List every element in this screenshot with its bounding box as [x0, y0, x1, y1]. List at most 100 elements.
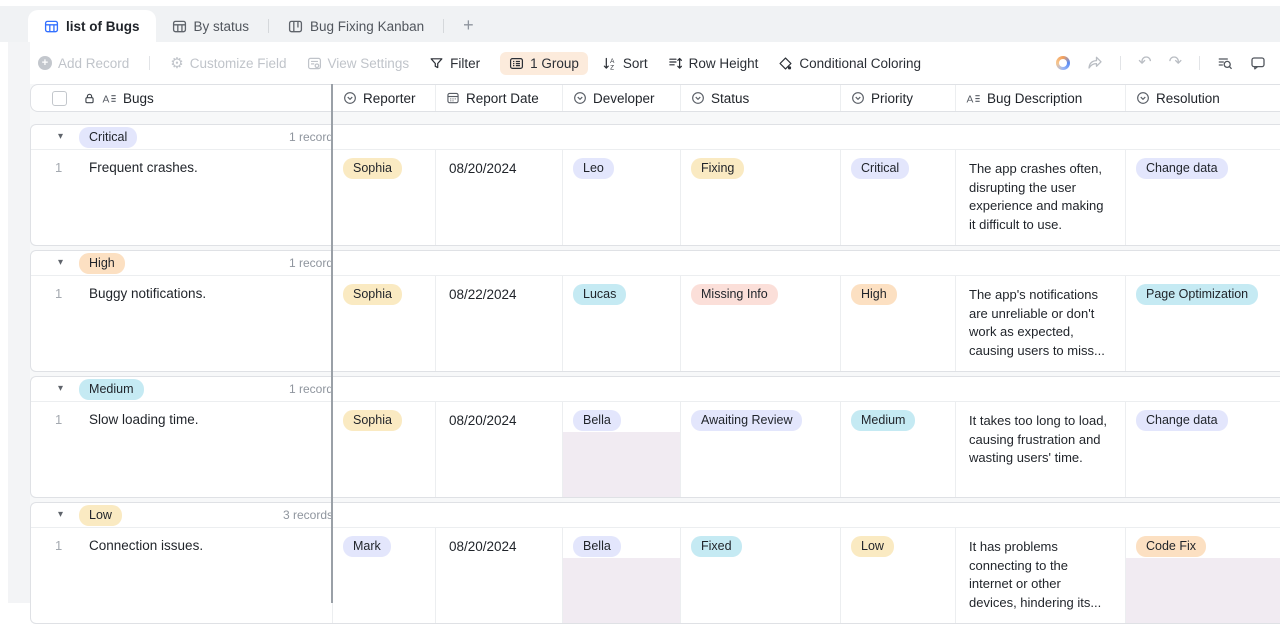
bug-title: Slow loading time. — [89, 412, 199, 427]
cell-report-date[interactable]: 08/20/2024 — [436, 528, 563, 623]
collapse-icon[interactable]: ▾ — [58, 384, 63, 394]
share-icon[interactable] — [1087, 55, 1103, 71]
group-block-high: ▾ High 1 record 1 Buggy notifications. S… — [30, 250, 1280, 372]
select-field-icon — [343, 91, 357, 105]
cell-bug-description[interactable]: It takes too long to load, causing frust… — [956, 402, 1126, 497]
collapse-icon[interactable]: ▾ — [58, 510, 63, 520]
comment-icon[interactable] — [1250, 55, 1266, 71]
column-header-report-date[interactable]: Report Date — [436, 85, 563, 111]
cell-resolution[interactable]: Page Optimization — [1126, 276, 1280, 371]
cell-bug-description[interactable]: The app crashes often, disrupting the us… — [956, 150, 1126, 245]
kanban-view-icon — [288, 19, 303, 34]
cell-report-date[interactable]: 08/20/2024 — [436, 150, 563, 245]
group-name-tag[interactable]: Low — [79, 504, 122, 526]
cell-developer[interactable]: Leo — [563, 150, 681, 245]
calendar-icon — [446, 91, 460, 105]
cell-developer[interactable]: Bella — [563, 528, 681, 623]
table-row: 1 Frequent crashes. Sophia 08/20/2024 Le… — [31, 150, 1280, 245]
group-name-tag[interactable]: High — [79, 252, 125, 274]
priority-tag: High — [851, 284, 897, 305]
group-name-tag[interactable]: Medium — [79, 378, 144, 400]
automation-status-icon[interactable] — [1056, 56, 1071, 70]
column-header-reporter[interactable]: Reporter — [333, 85, 436, 111]
status-tag: Awaiting Review — [691, 410, 803, 431]
column-header-resolution[interactable]: Resolution — [1126, 85, 1280, 111]
developer-tag: Leo — [573, 158, 614, 179]
group-record-count: 1 record — [288, 130, 333, 144]
cell-bug-description[interactable]: The app's notifications are unreliable o… — [956, 276, 1126, 371]
sort-button[interactable]: A Z Sort — [602, 56, 648, 71]
frozen-column-divider[interactable] — [331, 84, 333, 603]
cell-resolution[interactable]: Change data — [1126, 150, 1280, 245]
description-text: The app's notifications are unreliable o… — [969, 287, 1105, 358]
cell-bugs[interactable]: 1 Frequent crashes. — [31, 150, 333, 245]
filter-button[interactable]: Filter — [429, 56, 480, 71]
reporter-tag: Mark — [343, 536, 391, 557]
group-header: ▾ Medium 1 record — [31, 377, 1280, 402]
row-height-button[interactable]: Row Height — [668, 56, 758, 71]
group-name-tag[interactable]: Critical — [79, 126, 138, 148]
row-number: 1 — [55, 412, 63, 427]
status-tag: Missing Info — [691, 284, 778, 305]
cell-developer[interactable]: Lucas — [563, 276, 681, 371]
tab-list-of-bugs[interactable]: list of Bugs — [28, 10, 156, 42]
select-field-icon — [851, 91, 865, 105]
cell-status[interactable]: Fixed — [681, 528, 841, 623]
status-tag: Fixing — [691, 158, 745, 179]
cell-resolution[interactable]: Change data — [1126, 402, 1280, 497]
cell-priority[interactable]: Medium — [841, 402, 956, 497]
collapse-icon[interactable]: ▾ — [58, 132, 63, 142]
tab-by-status[interactable]: By status — [156, 10, 266, 42]
add-view-button[interactable]: + — [463, 16, 474, 34]
reporter-tag: Sophia — [343, 284, 402, 305]
left-edge — [0, 42, 8, 603]
select-all-checkbox[interactable] — [52, 90, 67, 106]
tab-divider — [268, 19, 270, 33]
column-header-developer[interactable]: Developer — [563, 85, 681, 111]
add-record-button[interactable]: + Add Record — [38, 56, 129, 71]
svg-text:Z: Z — [610, 64, 614, 71]
tab-divider — [443, 19, 445, 33]
cell-reporter[interactable]: Sophia — [333, 150, 436, 245]
cell-reporter[interactable]: Sophia — [333, 276, 436, 371]
cell-bug-description[interactable]: It has problems connecting to the intern… — [956, 528, 1126, 623]
cell-status[interactable]: Missing Info — [681, 276, 841, 371]
group-record-count: 1 record — [288, 382, 333, 396]
tab-bug-fixing-kanban[interactable]: Bug Fixing Kanban — [272, 10, 440, 42]
cell-priority[interactable]: High — [841, 276, 956, 371]
column-header-bug-description[interactable]: A Bug Description — [956, 85, 1126, 111]
redo-icon[interactable]: ↷ — [1169, 55, 1182, 71]
cell-report-date[interactable]: 08/22/2024 — [436, 276, 563, 371]
view-settings-icon — [307, 56, 322, 71]
cell-reporter[interactable]: Sophia — [333, 402, 436, 497]
cell-report-date[interactable]: 08/20/2024 — [436, 402, 563, 497]
cell-bugs[interactable]: 1 Buggy notifications. — [31, 276, 333, 371]
column-header-status[interactable]: Status — [681, 85, 841, 111]
toolbar-divider — [1199, 56, 1200, 70]
group-header: ▾ Critical 1 record — [31, 125, 1280, 150]
cell-bugs[interactable]: 1 Connection issues. — [31, 528, 333, 623]
view-settings-button[interactable]: View Settings — [307, 56, 409, 71]
cell-bugs[interactable]: 1 Slow loading time. — [31, 402, 333, 497]
column-header-priority[interactable]: Priority — [841, 85, 956, 111]
cell-status[interactable]: Fixing — [681, 150, 841, 245]
cell-priority[interactable]: Low — [841, 528, 956, 623]
conditional-coloring-button[interactable]: Conditional Coloring — [778, 56, 921, 71]
tab-label: By status — [193, 18, 250, 34]
select-field-icon — [573, 91, 587, 105]
cell-status[interactable]: Awaiting Review — [681, 402, 841, 497]
toolbar-right: ↶ ↷ — [1056, 42, 1266, 84]
cell-priority[interactable]: Critical — [841, 150, 956, 245]
undo-icon[interactable]: ↶ — [1138, 55, 1151, 71]
group-button[interactable]: 1 Group — [500, 51, 588, 75]
group-block-medium: ▾ Medium 1 record 1 Slow loading time. S… — [30, 376, 1280, 498]
search-in-view-icon[interactable] — [1217, 55, 1233, 71]
customize-field-button[interactable]: ⚙ Customize Field — [170, 56, 286, 71]
reporter-tag: Sophia — [343, 158, 402, 179]
cell-developer[interactable]: Bella — [563, 402, 681, 497]
date-value: 08/20/2024 — [449, 161, 517, 176]
collapse-icon[interactable]: ▾ — [58, 258, 63, 268]
cell-resolution[interactable]: Code Fix — [1126, 528, 1280, 623]
column-header-bugs[interactable]: A Bugs — [31, 85, 333, 111]
cell-reporter[interactable]: Mark — [333, 528, 436, 623]
